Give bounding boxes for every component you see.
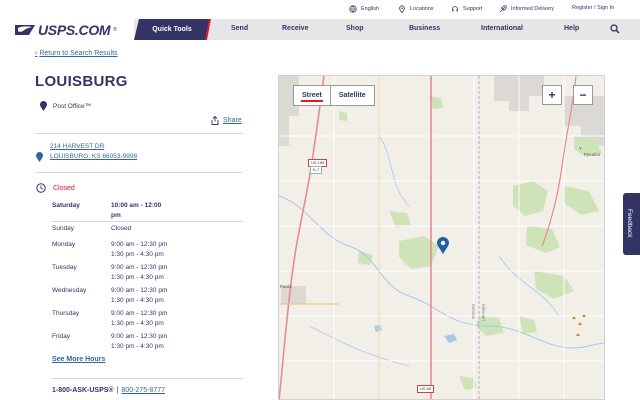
hours-time: 9:00 am - 12:30 pm: [111, 264, 168, 271]
phone-line: 1-800-ASK-USPS® | 800-275-8777: [52, 387, 165, 394]
hours-table: Saturday 10:00 am - 12:00 pm Sunday Clos…: [52, 200, 242, 354]
hours-time: Closed: [111, 225, 132, 232]
support-link[interactable]: Support: [451, 5, 482, 13]
feedback-tab[interactable]: Feedback: [623, 193, 640, 255]
hours-day: Friday: [52, 333, 71, 340]
hours-time: 1:30 pm - 4:30 pm: [111, 320, 164, 327]
location-pin-icon: [399, 5, 405, 13]
status-label: Closed: [53, 184, 75, 192]
hours-time: 1:30 pm - 4:30 pm: [111, 274, 164, 281]
feedback-label: Feedback: [626, 209, 633, 238]
nav-shop[interactable]: Shop: [346, 25, 364, 32]
hours-day: Sunday: [52, 225, 75, 232]
utility-bar: English Locations Support Informed Deliv…: [0, 0, 640, 20]
hours-row: Tuesday 9:00 am - 12:30 pm 1:30 pm - 4:3…: [52, 262, 242, 285]
map-label-peculiar: Peculiar: [584, 152, 601, 157]
map-type-toggle: Street Satellite: [293, 85, 375, 106]
register-label: Register / Sign In: [572, 5, 615, 11]
main-nav: Quick Tools Send Receive Shop Business I…: [134, 19, 640, 40]
nav-international[interactable]: International: [481, 25, 523, 32]
hours-time: 1:30 pm - 4:30 pm: [111, 297, 164, 304]
location-pin-icon: [36, 152, 43, 162]
language-label: English: [361, 6, 380, 12]
hours-row: Wednesday 9:00 am - 12:30 pm 1:30 pm - 4…: [52, 285, 242, 308]
divider: [52, 221, 242, 222]
hours-time: 10:00 am - 12:00: [111, 202, 162, 209]
search-icon[interactable]: [610, 24, 620, 34]
phone-separator: |: [116, 387, 119, 394]
phone-label: 1-800-ASK-USPS®: [52, 387, 114, 394]
informed-delivery-link[interactable]: Informed Delivery: [499, 5, 554, 13]
see-more-hours-link[interactable]: See More Hours: [52, 356, 105, 363]
informed-delivery-icon: [499, 5, 507, 13]
zoom-in-button[interactable]: +: [542, 85, 562, 105]
locations-link[interactable]: Locations: [398, 5, 434, 13]
route-shield-k7: K-7: [310, 166, 323, 174]
language-selector[interactable]: English: [349, 5, 379, 13]
address-line2: LOUISBURG, KS 66053-9998: [50, 153, 138, 160]
map-label-missouri: Missouri: [481, 304, 486, 321]
hours-day: Tuesday: [52, 264, 77, 271]
hours-row: Thursday 9:00 am - 12:30 pm 1:30 pm - 4:…: [52, 308, 242, 331]
hours-day: Thursday: [52, 310, 80, 317]
clock-icon: [36, 183, 46, 193]
share-label: Share: [223, 117, 242, 124]
logo-text: USPS.COM: [38, 22, 111, 38]
hours-row: Sunday Closed: [52, 223, 242, 239]
support-label: Support: [463, 6, 483, 12]
hours-day: Monday: [52, 241, 76, 248]
share-button[interactable]: Share: [211, 116, 242, 125]
hours-row: Monday 9:00 am - 12:30 pm 1:30 pm - 4:30…: [52, 239, 242, 262]
globe-icon: [349, 5, 357, 13]
nav-quick-tools[interactable]: Quick Tools: [134, 19, 210, 40]
hours-time: 9:00 am - 12:30 pm: [111, 333, 168, 340]
hours-day: Wednesday: [52, 287, 87, 294]
locations-label: Locations: [410, 6, 434, 12]
divider: [35, 172, 242, 173]
map-label-route: Y: [579, 146, 583, 151]
divider: [52, 378, 242, 379]
register-signin-link[interactable]: Register / Sign In: [572, 5, 614, 11]
facility-type-label: Post Office™: [53, 102, 92, 110]
share-icon: [211, 116, 219, 125]
hours-row: Saturday 10:00 am - 12:00 pm: [52, 200, 242, 223]
hours-day: Saturday: [52, 202, 80, 209]
hours-time: 9:00 am - 12:30 pm: [111, 310, 168, 317]
back-to-results-link[interactable]: ‹ Return to Search Results: [35, 50, 118, 57]
nav-send[interactable]: Send: [231, 25, 248, 32]
page-title: LOUISBURG: [35, 73, 128, 90]
phone-number-link[interactable]: 800-275-8777: [121, 387, 165, 394]
hours-time: pm: [111, 212, 121, 219]
map-label-kansas: Kansas: [471, 304, 476, 320]
nav-business[interactable]: Business: [409, 25, 440, 32]
support-icon: [452, 6, 458, 12]
route-shield-us69: US 69: [417, 385, 435, 393]
open-status: Closed: [36, 183, 75, 193]
map-label-paola: Paola: [280, 284, 292, 289]
zoom-out-button[interactable]: −: [573, 85, 593, 105]
nav-help[interactable]: Help: [564, 25, 579, 32]
location-pin-icon: [40, 101, 47, 111]
hours-time: 9:00 am - 12:30 pm: [111, 241, 168, 248]
facility-type: Post Office™: [40, 101, 91, 111]
hours-row: Friday 9:00 am - 12:30 pm 1:30 pm - 4:30…: [52, 331, 242, 354]
chevron-left-icon: ‹: [35, 50, 38, 57]
hours-time: 1:30 pm - 4:30 pm: [111, 251, 164, 258]
location-map[interactable]: US 169 K-7 US 69 Paola Peculiar Kansas M…: [278, 75, 605, 400]
back-link-label: Return to Search Results: [39, 50, 118, 57]
address-line1: 214 HARVEST DR: [50, 143, 105, 150]
informed-delivery-label: Informed Delivery: [511, 6, 555, 12]
map-type-satellite-button[interactable]: Satellite: [331, 86, 374, 105]
logo-tm: ®: [113, 27, 117, 33]
map-marker-icon[interactable]: [437, 237, 449, 254]
address-block: 214 HARVEST DR LOUISBURG, KS 66053-9998: [36, 143, 137, 162]
hours-time: 1:30 pm - 4:30 pm: [111, 343, 164, 350]
map-type-street-button[interactable]: Street: [294, 86, 331, 105]
divider: [35, 133, 242, 134]
hours-time: 9:00 am - 12:30 pm: [111, 287, 168, 294]
usps-logo[interactable]: USPS.COM ®: [15, 20, 117, 40]
address-link[interactable]: 214 HARVEST DR LOUISBURG, KS 66053-9998: [50, 143, 137, 162]
eagle-logo-icon: [15, 25, 35, 35]
nav-receive[interactable]: Receive: [282, 25, 308, 32]
